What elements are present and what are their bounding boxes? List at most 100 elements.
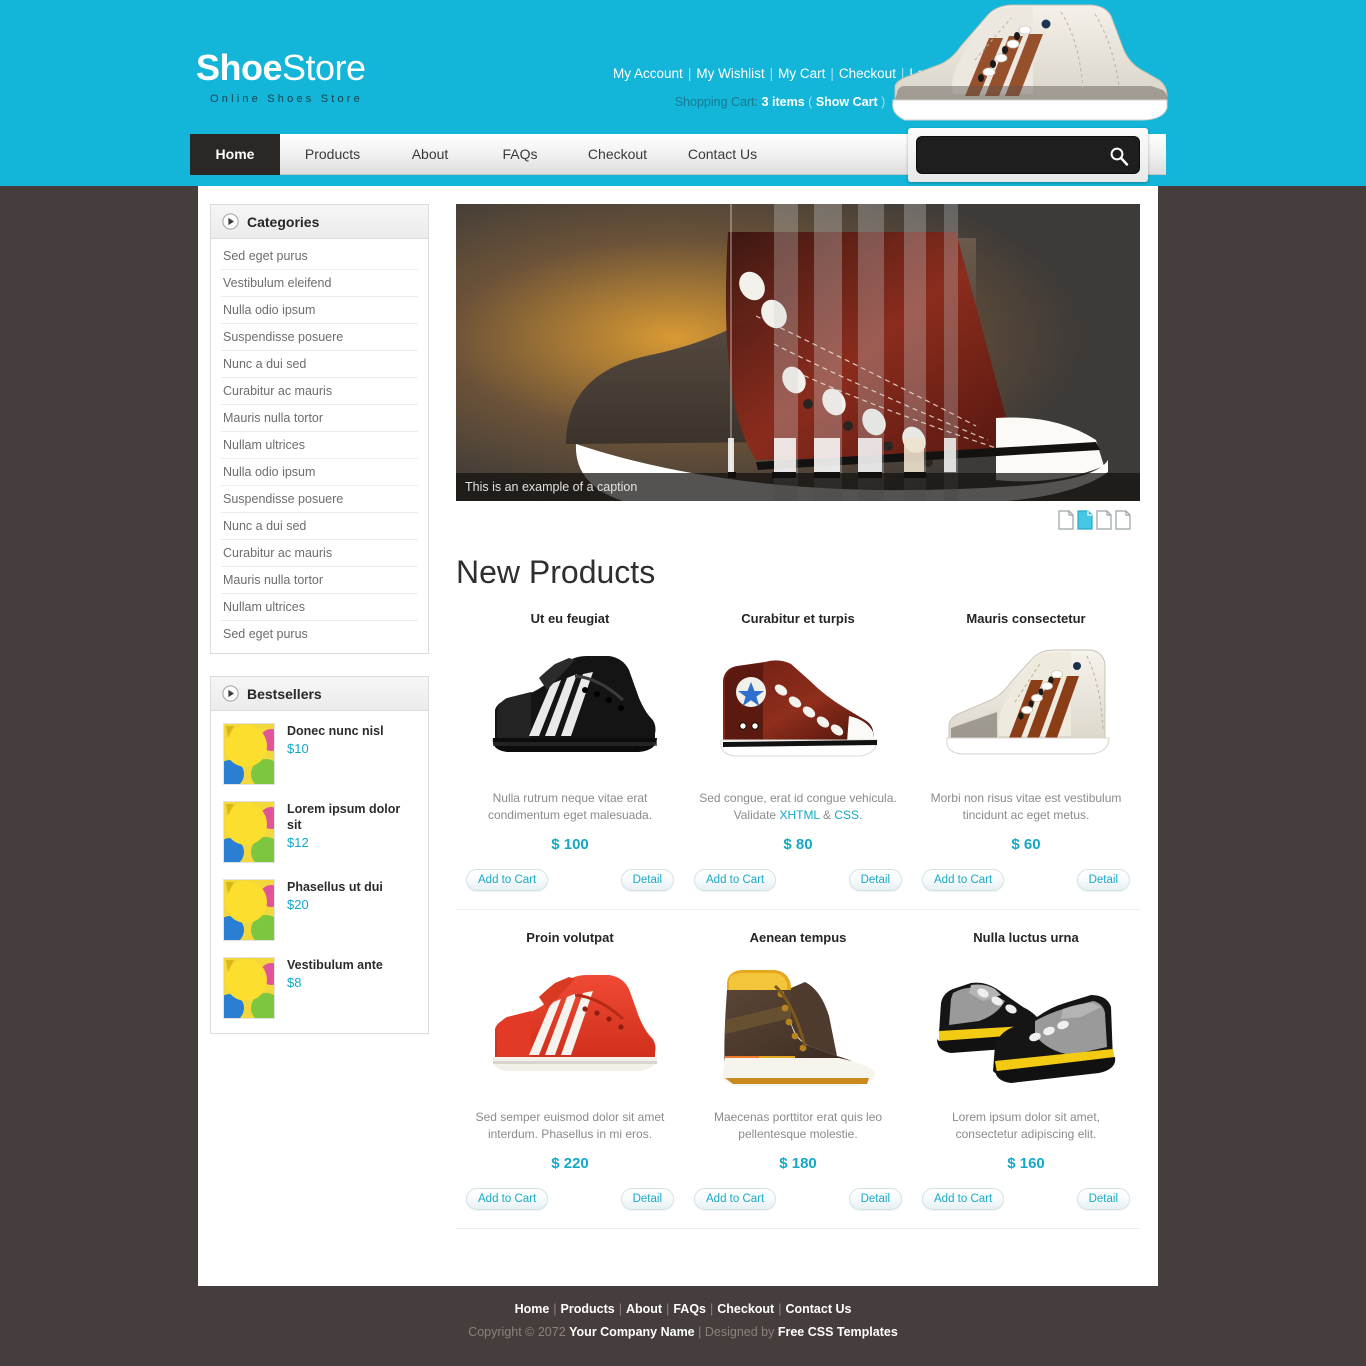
detail-button[interactable]: Detail: [848, 1188, 902, 1210]
nav-item-checkout[interactable]: Checkout: [565, 134, 670, 175]
category-item[interactable]: Suspendisse posuere: [221, 486, 418, 513]
search-panel: [908, 128, 1148, 182]
product-card: Curabitur et turpis Sed congue, erat id …: [684, 605, 912, 910]
bestseller-item[interactable]: Phasellus ut dui $20: [221, 871, 418, 949]
bestsellers-panel: Bestsellers Donec nunc nisl $10 Lorem ip…: [210, 676, 429, 1034]
search-icon[interactable]: [1109, 146, 1129, 166]
pager-page-icon[interactable]: [1096, 510, 1112, 530]
product-name: Curabitur et turpis: [741, 611, 855, 626]
designed-by-text: Designed by: [704, 1325, 775, 1339]
search-input[interactable]: [927, 137, 1107, 175]
category-item[interactable]: Curabitur ac mauris: [221, 540, 418, 567]
product-image[interactable]: [922, 955, 1130, 1095]
footer-link-about[interactable]: About: [623, 1302, 665, 1316]
gray-black-sneaker-pair-icon: [937, 982, 1116, 1083]
nav-item-home[interactable]: Home: [190, 134, 280, 175]
desc-post: .: [859, 808, 863, 822]
category-item[interactable]: Sed eget purus: [221, 243, 418, 270]
footer-link-checkout[interactable]: Checkout: [714, 1302, 777, 1316]
detail-button[interactable]: Detail: [620, 869, 674, 891]
pager-page-icon[interactable]: [1115, 510, 1131, 530]
footer-link-faqs[interactable]: FAQs: [670, 1302, 709, 1316]
css-link[interactable]: CSS: [834, 808, 859, 822]
logo-light: Store: [282, 47, 366, 88]
category-item[interactable]: Sed eget purus: [221, 621, 418, 647]
detail-button[interactable]: Detail: [848, 869, 902, 891]
show-cart-link[interactable]: Show Cart: [816, 95, 878, 109]
top-link-my-wishlist[interactable]: My Wishlist: [693, 66, 767, 81]
product-price: $ 100: [551, 836, 589, 853]
product-image[interactable]: [466, 955, 674, 1095]
product-price: $ 80: [783, 836, 813, 853]
detail-button[interactable]: Detail: [1076, 869, 1130, 891]
designer-link[interactable]: Free CSS Templates: [778, 1325, 898, 1339]
footer-link-products[interactable]: Products: [558, 1302, 618, 1316]
balloons-thumbnail: [223, 723, 275, 785]
product-description: Lorem ipsum dolor sit amet, consectetur …: [951, 1110, 1101, 1141]
pager-page-icon-active[interactable]: [1077, 510, 1093, 530]
balloons-thumbnail: [223, 957, 275, 1019]
bestseller-item[interactable]: Donec nunc nisl $10: [221, 715, 418, 793]
add-to-cart-button[interactable]: Add to Cart: [922, 869, 1005, 891]
product-image[interactable]: [694, 955, 902, 1095]
bestsellers-title: Bestsellers: [247, 685, 322, 702]
detail-button[interactable]: Detail: [620, 1188, 674, 1210]
xhtml-link[interactable]: XHTML: [779, 808, 819, 822]
category-item[interactable]: Nunc a dui sed: [221, 513, 418, 540]
product-actions: Add to Cart Detail: [922, 1188, 1130, 1210]
category-item[interactable]: Curabitur ac mauris: [221, 378, 418, 405]
footer-link-home[interactable]: Home: [512, 1302, 553, 1316]
search-box[interactable]: [916, 136, 1140, 175]
add-to-cart-button[interactable]: Add to Cart: [466, 1188, 549, 1210]
add-to-cart-button[interactable]: Add to Cart: [694, 1188, 777, 1210]
product-image[interactable]: [466, 636, 674, 776]
category-item[interactable]: Mauris nulla tortor: [221, 567, 418, 594]
product-card: Aenean tempus Maecenas porttitor erat qu…: [684, 924, 912, 1229]
product-actions: Add to Cart Detail: [694, 1188, 902, 1210]
logo-tagline: Online Shoes Store: [210, 93, 363, 105]
pager-page-icon[interactable]: [1058, 510, 1074, 530]
cart-item-count: 3 items: [761, 95, 805, 109]
category-item[interactable]: Mauris nulla tortor: [221, 405, 418, 432]
product-description: Sed congue, erat id congue vehicula. Val…: [694, 790, 902, 824]
category-item[interactable]: Nunc a dui sed: [221, 351, 418, 378]
top-link-my-account[interactable]: My Account: [610, 66, 686, 81]
paren-open: (: [808, 95, 813, 109]
banner-caption: This is an example of a caption: [456, 473, 1140, 501]
product-image[interactable]: [694, 636, 902, 776]
footer-link-contact-us[interactable]: Contact Us: [782, 1302, 854, 1316]
hero-banner[interactable]: This is an example of a caption: [456, 204, 1140, 501]
top-link-my-cart[interactable]: My Cart: [775, 66, 828, 81]
add-to-cart-button[interactable]: Add to Cart: [466, 869, 549, 891]
nav-item-about[interactable]: About: [385, 134, 475, 175]
category-item[interactable]: Nulla odio ipsum: [221, 459, 418, 486]
categories-list: Sed eget purus Vestibulum eleifend Nulla…: [211, 239, 428, 653]
footer-links: Home | Products | About | FAQs | Checkout | Contac…: [0, 1302, 1366, 1316]
category-item[interactable]: Vestibulum eleifend: [221, 270, 418, 297]
add-to-cart-button[interactable]: Add to Cart: [694, 869, 777, 891]
category-item[interactable]: Nulla odio ipsum: [221, 297, 418, 324]
nav-item-products[interactable]: Products: [280, 134, 385, 175]
red-sneaker-icon: [492, 975, 657, 1071]
product-name: Proin volutpat: [526, 930, 614, 945]
nav-item-faqs[interactable]: FAQs: [475, 134, 565, 175]
category-item[interactable]: Suspendisse posuere: [221, 324, 418, 351]
nav-item-contact-us[interactable]: Contact Us: [670, 134, 775, 175]
logo-bold: Shoe: [196, 47, 283, 88]
product-card: Mauris consectetur Morbi non risus vitae…: [912, 605, 1140, 910]
black-sneaker-icon: [492, 656, 657, 752]
brown-boot-icon: [722, 970, 875, 1086]
category-item[interactable]: Nullam ultrices: [221, 432, 418, 459]
banner-pagination: [456, 510, 1140, 532]
site-logo[interactable]: ShoeStore Online Shoes Store: [196, 47, 366, 106]
detail-button[interactable]: Detail: [1076, 1188, 1130, 1210]
bestseller-info: Vestibulum ante $8: [287, 957, 383, 990]
product-actions: Add to Cart Detail: [922, 869, 1130, 891]
category-item[interactable]: Nullam ultrices: [221, 594, 418, 621]
bestseller-item[interactable]: Vestibulum ante $8: [221, 949, 418, 1027]
add-to-cart-button[interactable]: Add to Cart: [922, 1188, 1005, 1210]
categories-panel: Categories Sed eget purus Vestibulum ele…: [210, 204, 429, 654]
product-image[interactable]: [922, 636, 1130, 776]
bestsellers-list: Donec nunc nisl $10 Lorem ipsum dolor si…: [211, 711, 428, 1033]
bestseller-item[interactable]: Lorem ipsum dolor sit $12: [221, 793, 418, 871]
